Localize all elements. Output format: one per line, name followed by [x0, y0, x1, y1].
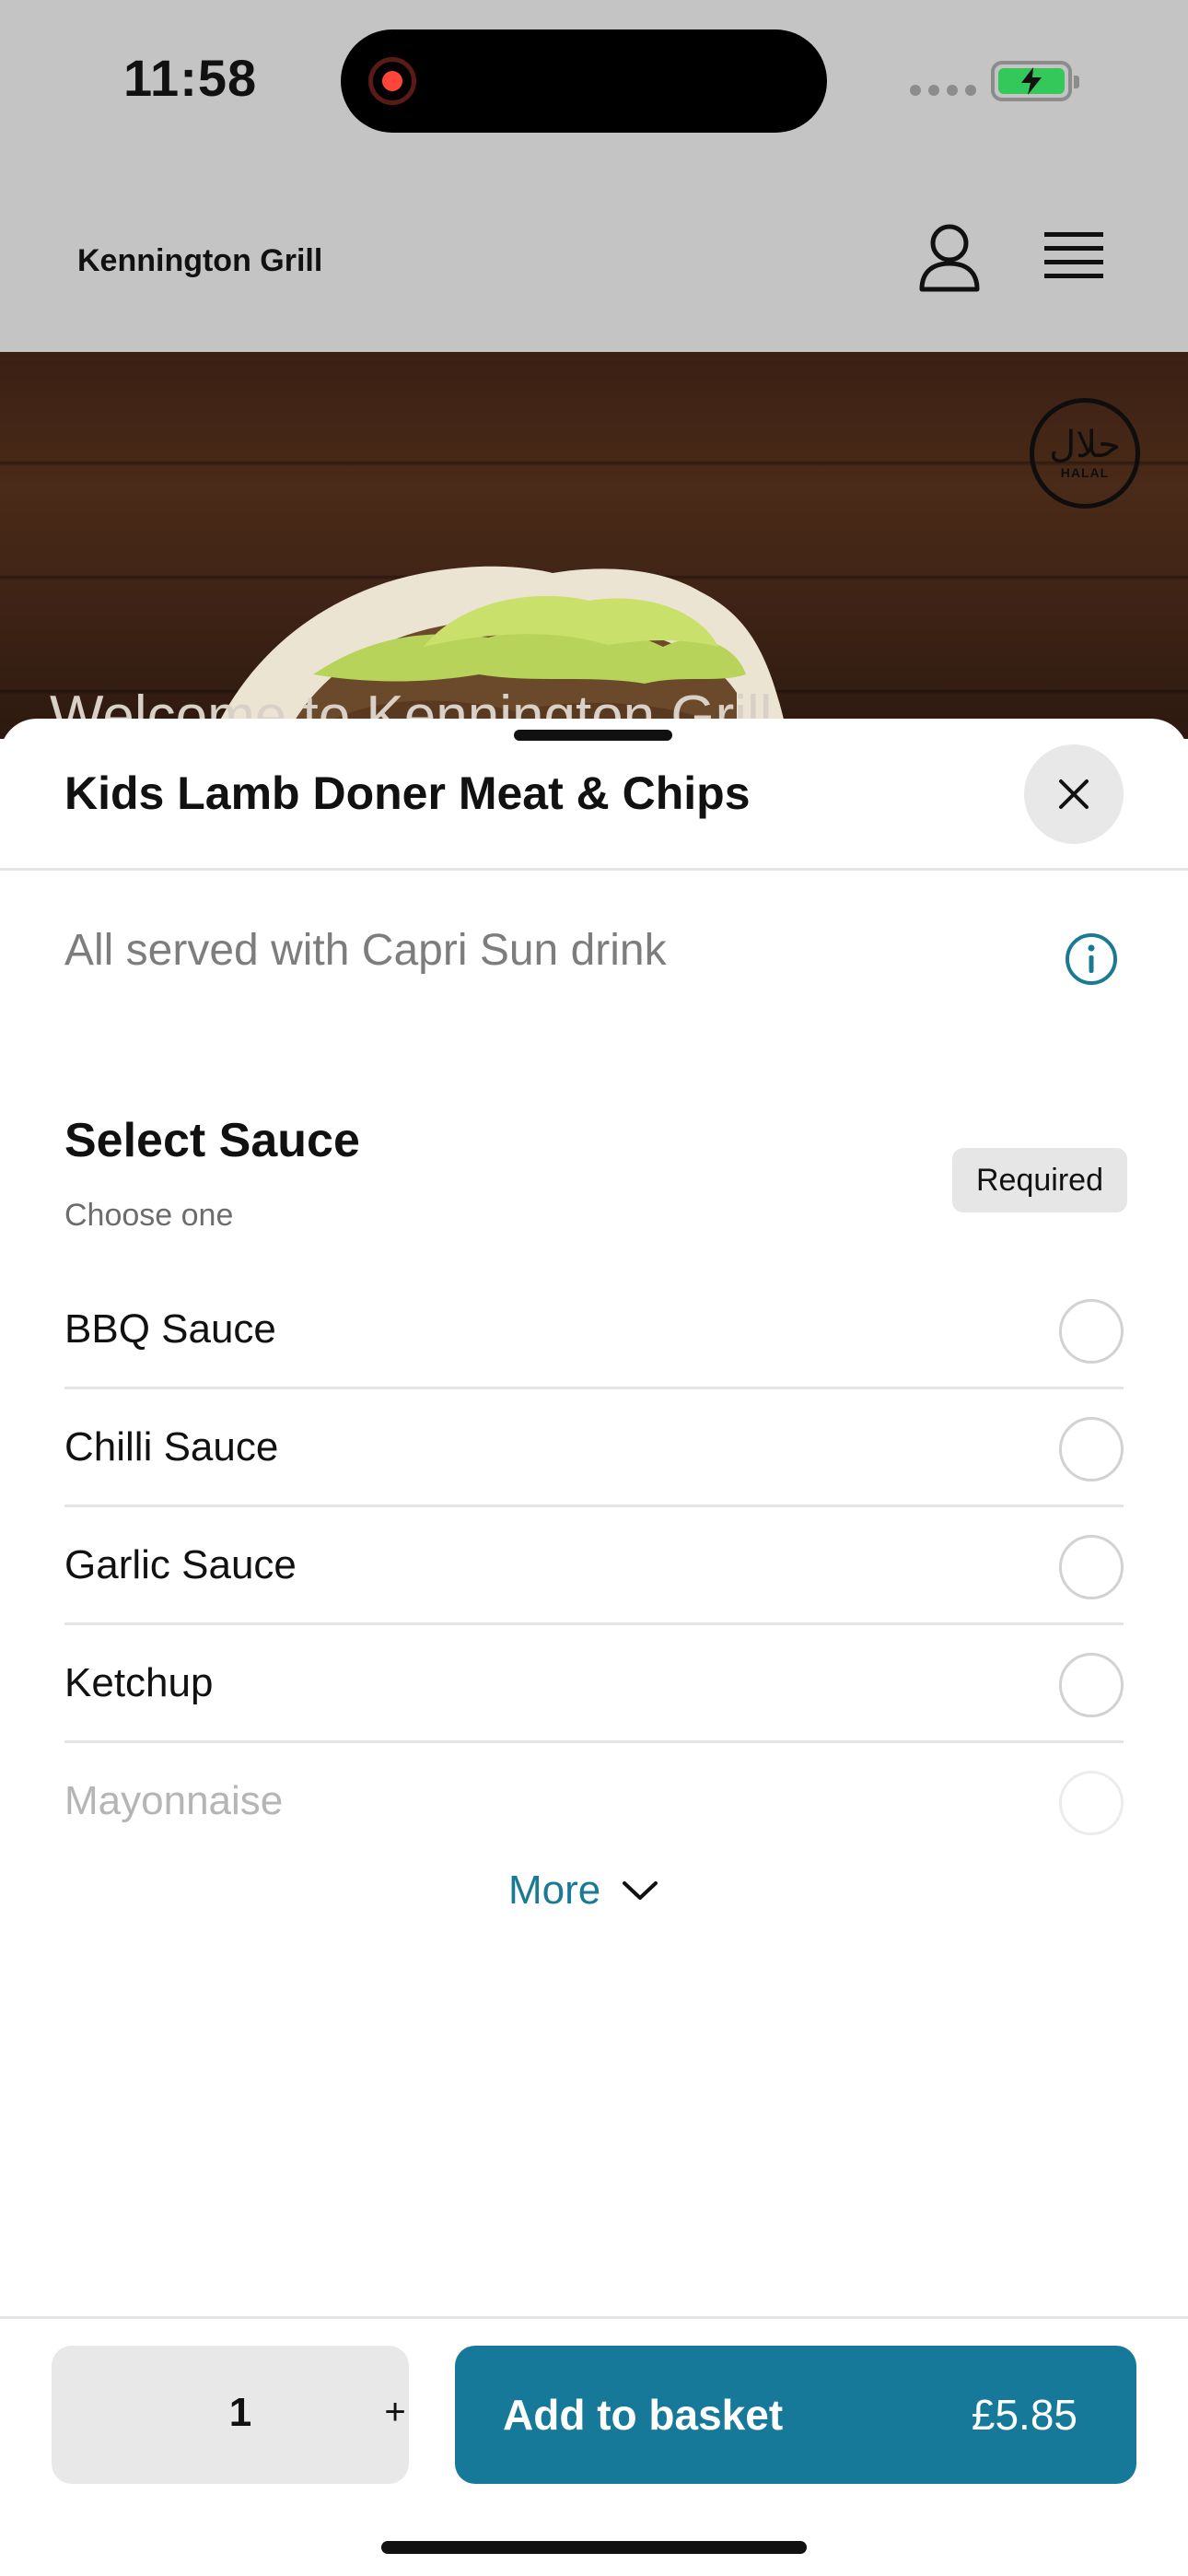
- option-label: Chilli Sauce: [64, 1424, 279, 1469]
- sauce-option[interactable]: Mayonnaise: [64, 1743, 1124, 1861]
- recording-indicator-icon: [368, 57, 416, 105]
- option-label: BBQ Sauce: [64, 1306, 276, 1352]
- section-subtitle: Choose one: [64, 1198, 234, 1233]
- app-header: Kennington Grill: [0, 166, 1188, 352]
- info-icon[interactable]: [1065, 932, 1118, 986]
- item-description: All served with Capri Sun drink: [64, 926, 667, 975]
- status-bar: 11:58: [0, 0, 1188, 166]
- charging-bolt-icon: [1021, 67, 1042, 95]
- halal-text: HALAL: [1060, 465, 1110, 480]
- quantity-stepper: 1 +: [52, 2346, 409, 2484]
- required-badge: Required: [952, 1148, 1127, 1212]
- person-icon[interactable]: [917, 223, 982, 293]
- home-indicator[interactable]: [381, 2541, 807, 2554]
- add-to-basket-label: Add to basket: [503, 2391, 784, 2439]
- radio-button[interactable]: [1059, 1771, 1124, 1835]
- more-label: More: [508, 1868, 601, 1913]
- increment-button[interactable]: +: [363, 2392, 427, 2447]
- item-options-sheet: Kids Lamb Doner Meat & Chips All served …: [0, 719, 1188, 2576]
- more-button[interactable]: More: [508, 1861, 659, 1920]
- hamburger-menu-icon[interactable]: [1044, 230, 1103, 284]
- add-to-basket-button[interactable]: Add to basket £5.85: [455, 2346, 1136, 2484]
- option-label: Mayonnaise: [64, 1778, 284, 1823]
- item-price: £5.85: [971, 2391, 1077, 2439]
- dynamic-island: [341, 29, 827, 133]
- option-label: Garlic Sauce: [64, 1542, 297, 1587]
- chevron-down-icon: [623, 1881, 658, 1900]
- close-icon: [1059, 779, 1089, 809]
- halal-arabic-text: حلال: [1049, 424, 1121, 466]
- sauce-option[interactable]: Garlic Sauce: [64, 1507, 1124, 1625]
- radio-button[interactable]: [1059, 1653, 1124, 1717]
- hero-banner: حلال HALAL Welcome to Kennington Grill: [0, 352, 1188, 739]
- option-label: Ketchup: [64, 1660, 214, 1705]
- radio-button[interactable]: [1059, 1535, 1124, 1599]
- sheet-grabber[interactable]: [514, 730, 672, 741]
- radio-button[interactable]: [1059, 1299, 1124, 1364]
- sauce-option[interactable]: Ketchup: [64, 1625, 1124, 1743]
- close-button[interactable]: [1024, 744, 1124, 844]
- sauce-options-list: BBQ Sauce Chilli Sauce Garlic Sauce Ketc…: [64, 1271, 1124, 1861]
- quantity-value: 1: [228, 2390, 252, 2435]
- restaurant-name[interactable]: Kennington Grill: [77, 243, 322, 279]
- section-title: Select Sauce: [64, 1114, 360, 1167]
- divider: [0, 868, 1188, 871]
- radio-button[interactable]: [1059, 1417, 1124, 1481]
- divider: [0, 2316, 1188, 2319]
- sauce-option[interactable]: BBQ Sauce: [64, 1271, 1124, 1389]
- battery-icon: [991, 61, 1079, 101]
- signal-icon: [910, 85, 976, 96]
- halal-badge: حلال HALAL: [1030, 398, 1140, 509]
- status-time: 11:58: [123, 49, 258, 107]
- sauce-option[interactable]: Chilli Sauce: [64, 1389, 1124, 1507]
- item-title: Kids Lamb Doner Meat & Chips: [64, 767, 751, 819]
